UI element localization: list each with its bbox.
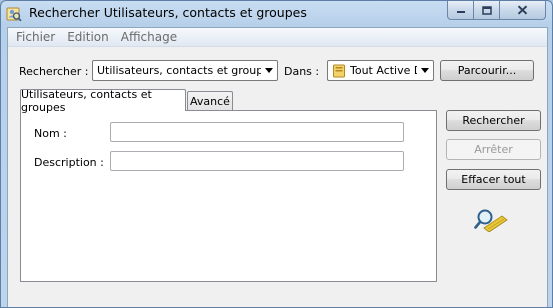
find-type-value: Utilisateurs, contacts et groupes	[97, 64, 261, 77]
find-people-icon	[6, 7, 22, 22]
magnifier-icon	[474, 209, 508, 232]
name-input[interactable]	[110, 122, 404, 142]
menu-fichier[interactable]: Fichier	[10, 30, 61, 44]
dialog-client-area: Fichier Edition Affichage Rechercher : U…	[7, 27, 548, 307]
minimize-button[interactable]	[447, 1, 474, 20]
menu-edition[interactable]: Edition	[61, 30, 115, 44]
description-input[interactable]	[110, 151, 404, 171]
tab-panel: Nom : Description :	[20, 110, 437, 282]
find-type-combobox[interactable]: Utilisateurs, contacts et groupes	[92, 60, 278, 81]
clear-all-button[interactable]: Effacer tout	[446, 169, 541, 190]
maximize-icon	[481, 5, 492, 15]
minimize-icon	[456, 11, 465, 13]
caption-buttons	[447, 1, 546, 20]
find-label: Rechercher :	[19, 65, 89, 78]
scope-combobox[interactable]: Tout Active D	[327, 60, 434, 81]
browse-button[interactable]: Parcourir...	[440, 60, 534, 81]
description-label: Description :	[34, 156, 104, 169]
chevron-down-icon	[261, 61, 277, 80]
tab-advanced[interactable]: Avancé	[187, 91, 233, 111]
menu-affichage[interactable]: Affichage	[115, 30, 183, 44]
directory-icon	[333, 64, 345, 77]
tab-users-contacts-groups[interactable]: Utilisateurs, contacts et groupes	[20, 88, 186, 114]
menu-bar: Fichier Edition Affichage	[8, 28, 547, 47]
chevron-down-icon	[417, 61, 433, 80]
search-window: Rechercher Utilisateurs, contacts et gro…	[0, 0, 553, 308]
close-button[interactable]	[500, 1, 546, 20]
title-bar[interactable]: Rechercher Utilisateurs, contacts et gro…	[1, 1, 552, 27]
window-title: Rechercher Utilisateurs, contacts et gro…	[29, 5, 307, 20]
search-button[interactable]: Rechercher	[446, 110, 541, 131]
maximize-button[interactable]	[474, 1, 500, 20]
in-label: Dans :	[284, 65, 320, 78]
name-label: Nom :	[34, 127, 67, 140]
close-icon	[517, 5, 528, 15]
stop-button[interactable]: Arrêter	[446, 139, 541, 160]
scope-value: Tout Active D	[350, 64, 417, 77]
